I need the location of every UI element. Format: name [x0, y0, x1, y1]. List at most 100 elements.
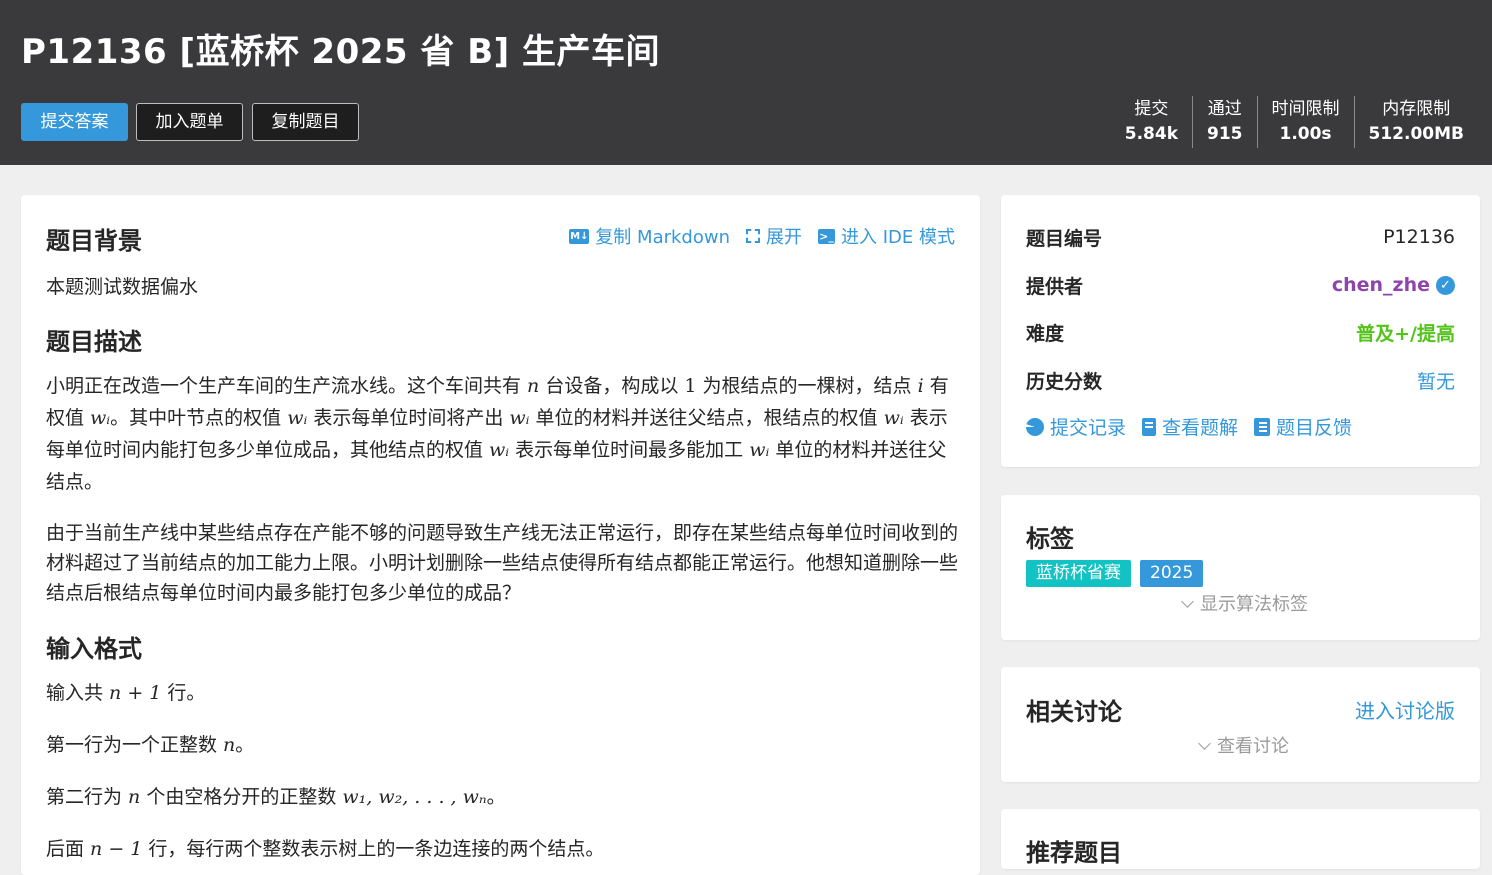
problem-feedback-label: 题目反馈 — [1276, 417, 1353, 439]
provider-link[interactable]: chen_zhe ✓ — [1332, 274, 1455, 296]
stat-value: 512.00MB — [1368, 124, 1464, 144]
text: 输入共 — [46, 682, 110, 704]
text: 。其中叶节点的权值 — [110, 407, 288, 429]
math: w₁, w₂, . . . , wₙ — [342, 786, 487, 808]
copy-markdown-label: 复制 Markdown — [595, 227, 730, 248]
markdown-icon: M↓ — [569, 228, 590, 244]
description-heading: 题目描述 — [46, 328, 142, 356]
chevron-down-icon — [1181, 595, 1194, 608]
text: 第二行为 — [46, 786, 129, 808]
recommend-card: 推荐题目 — [1001, 809, 1480, 869]
math: wᵢ — [90, 407, 111, 429]
text: 单位的材料并送往父结点，根结点的权值 — [529, 407, 884, 429]
math: n — [223, 734, 236, 756]
view-solutions-label: 查看题解 — [1162, 417, 1239, 439]
input-line-3: 第二行为 n 个由空格分开的正整数 w₁, w₂, . . . , wₙ。 — [46, 781, 958, 813]
problem-links: 提交记录 查看题解 题目反馈 — [1026, 413, 1352, 440]
enter-discussion-link[interactable]: 进入讨论版 — [1355, 695, 1455, 724]
text: 表示每单位时间将产出 — [307, 407, 510, 429]
history-score-value[interactable]: 暂无 — [1417, 367, 1455, 394]
info-row-difficulty: 难度 普及+/提高 — [1026, 317, 1455, 347]
add-to-list-button[interactable]: 加入题单 — [136, 103, 243, 141]
math: wᵢ — [749, 439, 770, 461]
copy-markdown-button[interactable]: M↓ 复制 Markdown — [569, 223, 730, 249]
input-format-heading: 输入格式 — [46, 635, 142, 663]
problem-title: P12136 [蓝桥杯 2025 省 B] 生产车间 — [21, 32, 661, 72]
problem-id-value: P12136 — [1383, 226, 1455, 248]
discussion-title: 相关讨论 — [1026, 698, 1122, 726]
text: 台设备，构成以 — [539, 375, 685, 397]
math: n + 1 — [109, 682, 162, 704]
problem-info-card: 题目编号 P12136 提供者 chen_zhe ✓ 难度 普及+/提高 历史分… — [1001, 195, 1480, 467]
description-paragraph-1: 小明正在改造一个生产车间的生产流水线。这个车间共有 n 台设备，构成以 1 为根… — [46, 370, 958, 498]
stat-accepted: 通过 915 — [1192, 96, 1257, 148]
math: wᵢ — [287, 407, 308, 429]
tag-lanqiao-provincial[interactable]: 蓝桥杯省赛 — [1026, 560, 1131, 587]
info-row-provider: 提供者 chen_zhe ✓ — [1026, 270, 1455, 300]
text: 第一行为一个正整数 — [46, 734, 224, 756]
list-icon — [1254, 417, 1271, 436]
text: 小明正在改造一个生产车间的生产流水线。这个车间共有 — [46, 375, 528, 397]
description-paragraph-2: 由于当前生产线中某些结点存在产能不够的问题导致生产线无法正常运行，即存在某些结点… — [46, 522, 959, 604]
tag-2025[interactable]: 2025 — [1140, 560, 1204, 587]
text: 表示每单位时间最多能加工 — [509, 439, 750, 461]
info-key: 提供者 — [1026, 275, 1084, 298]
statement-actions: M↓ 复制 Markdown 展开 >_ 进入 IDE 模式 — [569, 223, 955, 249]
info-key: 题目编号 — [1026, 227, 1103, 250]
stat-label: 通过 — [1207, 99, 1242, 119]
stat-label: 时间限制 — [1271, 99, 1340, 119]
math: wᵢ — [883, 407, 904, 429]
submission-records-label: 提交记录 — [1050, 417, 1127, 439]
text: 。 — [235, 734, 255, 756]
verified-check-icon: ✓ — [1436, 275, 1455, 295]
info-key: 难度 — [1026, 322, 1065, 345]
tags-title: 标签 — [1026, 525, 1074, 553]
pie-chart-icon — [1026, 417, 1044, 436]
chevron-down-icon — [1198, 737, 1211, 750]
math: n — [527, 375, 540, 397]
show-algo-label: 显示算法标签 — [1200, 594, 1308, 615]
text: 个由空格分开的正整数 — [140, 786, 343, 808]
difficulty-value[interactable]: 普及+/提高 — [1356, 319, 1455, 346]
view-discussion-label: 查看讨论 — [1217, 736, 1289, 757]
text: 为根结点的一棵树，结点 — [696, 375, 918, 397]
background-heading: 题目背景 — [46, 227, 142, 255]
math: 1 — [684, 375, 697, 397]
tags-card: 标签 蓝桥杯省赛 2025 显示算法标签 — [1001, 495, 1480, 640]
expand-label: 展开 — [766, 227, 802, 248]
recommend-title: 推荐题目 — [1026, 839, 1122, 867]
info-key: 历史分数 — [1026, 370, 1103, 393]
stat-value: 1.00s — [1279, 124, 1332, 144]
input-line-2: 第一行为一个正整数 n。 — [46, 729, 958, 761]
stat-value: 5.84k — [1124, 124, 1179, 144]
copy-problem-button[interactable]: 复制题目 — [252, 103, 359, 141]
stat-value: 915 — [1207, 124, 1243, 144]
input-line-4: 后面 n − 1 行，每行两个整数表示树上的一条边连接的两个结点。 — [46, 833, 958, 865]
stat-time-limit: 时间限制 1.00s — [1256, 96, 1354, 148]
math: wᵢ — [489, 439, 510, 461]
problem-statement-card: 题目背景 M↓ 复制 Markdown 展开 >_ 进入 IDE 模式 本题测试… — [21, 195, 980, 875]
view-solutions-link[interactable]: 查看题解 — [1142, 413, 1238, 440]
text: 。 — [486, 786, 506, 808]
submit-answer-button[interactable]: 提交答案 — [21, 103, 128, 141]
ide-mode-label: 进入 IDE 模式 — [841, 227, 955, 248]
info-row-id: 题目编号 P12136 — [1026, 222, 1455, 252]
math: n — [128, 786, 141, 808]
provider-name: chen_zhe — [1331, 274, 1430, 296]
show-algorithm-tags-toggle[interactable]: 显示算法标签 — [1181, 590, 1308, 616]
math: wᵢ — [509, 407, 530, 429]
problem-header: P12136 [蓝桥杯 2025 省 B] 生产车间 提交答案 加入题单 复制题… — [0, 0, 1492, 165]
problem-stats: 提交 5.84k 通过 915 时间限制 1.00s 内存限制 512.00MB — [1111, 96, 1478, 148]
ide-mode-button[interactable]: >_ 进入 IDE 模式 — [818, 223, 955, 249]
expand-button[interactable]: 展开 — [746, 223, 802, 249]
problem-feedback-link[interactable]: 题目反馈 — [1254, 413, 1352, 440]
input-line-1: 输入共 n + 1 行。 — [46, 677, 958, 709]
background-text: 本题测试数据偏水 — [46, 276, 199, 298]
discussion-card: 相关讨论 进入讨论版 查看讨论 — [1001, 667, 1480, 782]
book-icon — [1142, 417, 1157, 436]
terminal-icon: >_ — [818, 228, 835, 244]
stat-label: 内存限制 — [1382, 99, 1451, 119]
view-discussion-toggle[interactable]: 查看讨论 — [1198, 732, 1289, 758]
submission-records-link[interactable]: 提交记录 — [1026, 413, 1126, 440]
stat-label: 提交 — [1134, 99, 1169, 119]
